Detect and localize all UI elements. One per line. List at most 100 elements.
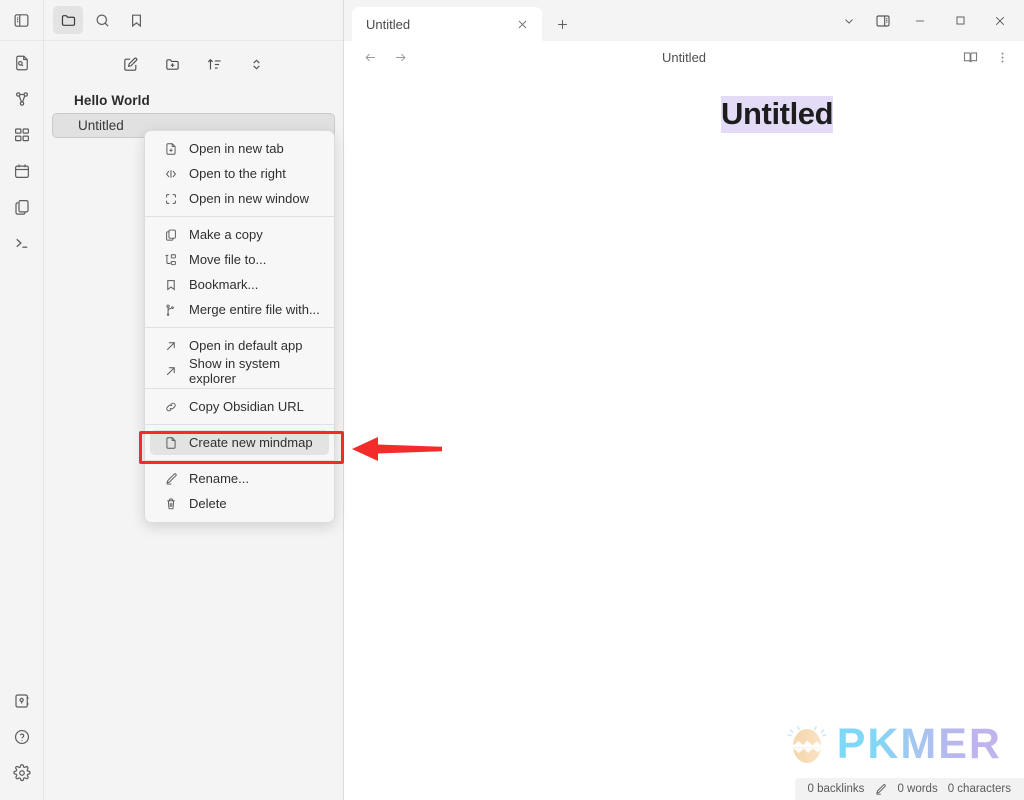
ribbon-top-slot bbox=[0, 0, 43, 41]
collapse-expand-icon[interactable] bbox=[244, 52, 270, 76]
context-menu-group: Make a copy Move file to... Bookmark... … bbox=[145, 222, 334, 322]
menu-item-make-a-copy[interactable]: Make a copy bbox=[150, 222, 329, 247]
menu-item-open-to-the-right[interactable]: Open to the right bbox=[150, 161, 329, 186]
file-explorer-toolbar bbox=[44, 41, 343, 83]
menu-item-label: Move file to... bbox=[189, 252, 267, 267]
terminal-icon[interactable] bbox=[8, 230, 36, 256]
calendar-icon[interactable] bbox=[8, 158, 36, 184]
menu-item-show-in-system-explorer[interactable]: Show in system explorer bbox=[150, 355, 329, 386]
menu-item-label: Open in new tab bbox=[189, 141, 284, 156]
menu-item-rename[interactable]: Rename... bbox=[150, 466, 329, 491]
reading-view-book-icon[interactable] bbox=[958, 46, 982, 70]
file-search-icon[interactable] bbox=[8, 50, 36, 76]
files-copy-icon[interactable] bbox=[8, 194, 36, 220]
menu-item-label: Open in new window bbox=[189, 191, 309, 206]
context-menu-group: Rename... Delete bbox=[145, 466, 334, 516]
titlebar: Untitled bbox=[344, 0, 1024, 41]
menu-separator bbox=[145, 216, 334, 217]
menu-item-label: Delete bbox=[189, 496, 227, 511]
merge-icon bbox=[163, 302, 179, 318]
graph-view-icon[interactable] bbox=[8, 86, 36, 112]
view-actions bbox=[958, 46, 1014, 70]
folder-row-hello-world[interactable]: Hello World bbox=[52, 87, 335, 113]
settings-gear-icon[interactable] bbox=[8, 760, 36, 786]
toggle-left-sidebar-icon[interactable] bbox=[8, 7, 36, 33]
pencil-icon bbox=[163, 471, 179, 487]
sort-order-icon[interactable] bbox=[202, 52, 228, 76]
split-right-icon bbox=[163, 166, 179, 182]
menu-separator bbox=[145, 327, 334, 328]
menu-item-label: Make a copy bbox=[189, 227, 263, 242]
status-words[interactable]: 0 words bbox=[897, 783, 937, 795]
navigate-forward-icon[interactable] bbox=[388, 46, 412, 70]
tab-close-icon[interactable] bbox=[512, 14, 532, 34]
menu-item-open-in-new-window[interactable]: Open in new window bbox=[150, 186, 329, 211]
menu-item-label: Rename... bbox=[189, 471, 249, 486]
menu-item-label: Show in system explorer bbox=[189, 355, 281, 386]
new-tab-icon[interactable] bbox=[548, 7, 576, 41]
vault-switcher-icon[interactable] bbox=[8, 688, 36, 714]
obsidian-window: Hello World Untitled Untitled Untitled U… bbox=[0, 0, 1024, 800]
sidebar-item-bookmarks[interactable] bbox=[121, 6, 151, 34]
menu-item-move-file-to[interactable]: Move file to... bbox=[150, 247, 329, 272]
status-characters[interactable]: 0 characters bbox=[948, 783, 1011, 795]
menu-separator bbox=[145, 460, 334, 461]
close-icon[interactable] bbox=[980, 4, 1020, 38]
toggle-right-sidebar-icon[interactable] bbox=[866, 4, 900, 38]
copy-icon bbox=[163, 227, 179, 243]
move-file-icon bbox=[163, 252, 179, 268]
ribbon-icon-list bbox=[8, 41, 36, 256]
menu-item-label: Open to the right bbox=[189, 166, 286, 181]
sidebar-item-files[interactable] bbox=[53, 6, 83, 34]
context-menu-group: Create new mindmap bbox=[145, 430, 334, 455]
view-header-title: Untitled bbox=[661, 50, 707, 65]
menu-item-label: Bookmark... bbox=[189, 277, 259, 292]
minimize-icon[interactable] bbox=[900, 4, 940, 38]
editor-area[interactable]: Untitled bbox=[344, 74, 1024, 800]
file-context-menu[interactable]: Open in new tab Open to the right Open i… bbox=[144, 130, 335, 523]
folder-label: Hello World bbox=[74, 92, 150, 108]
document-title[interactable]: Untitled bbox=[721, 96, 834, 133]
trash-icon bbox=[163, 496, 179, 512]
menu-item-merge-entire-file-with[interactable]: Merge entire file with... bbox=[150, 297, 329, 322]
sidebar-item-search[interactable] bbox=[87, 6, 117, 34]
context-menu-group: Open in default app Show in system explo… bbox=[145, 333, 334, 386]
menu-item-copy-obsidian-url[interactable]: Copy Obsidian URL bbox=[150, 394, 329, 419]
context-menu-group: Open in new tab Open to the right Open i… bbox=[145, 136, 334, 211]
menu-item-label: Create new mindmap bbox=[189, 435, 313, 450]
menu-item-label: Copy Obsidian URL bbox=[189, 399, 304, 414]
maximize-icon[interactable] bbox=[940, 4, 980, 38]
window-controls bbox=[832, 0, 1024, 41]
edit-pencil-icon[interactable] bbox=[874, 783, 887, 796]
tab-strip: Untitled bbox=[344, 0, 576, 41]
help-icon[interactable] bbox=[8, 724, 36, 750]
menu-item-bookmark[interactable]: Bookmark... bbox=[150, 272, 329, 297]
tab-title: Untitled bbox=[366, 16, 411, 32]
menu-item-open-in-new-tab[interactable]: Open in new tab bbox=[150, 136, 329, 161]
external-link-icon bbox=[163, 338, 179, 354]
context-menu-group: Copy Obsidian URL bbox=[145, 394, 334, 419]
navigate-back-icon[interactable] bbox=[358, 46, 382, 70]
document-icon bbox=[163, 435, 179, 451]
view-header: Untitled bbox=[344, 41, 1024, 74]
ribbon-bottom-list bbox=[8, 688, 36, 800]
menu-separator bbox=[145, 388, 334, 389]
status-backlinks[interactable]: 0 backlinks bbox=[808, 783, 865, 795]
menu-item-label: Merge entire file with... bbox=[189, 302, 320, 317]
status-bar: 0 backlinks 0 words 0 characters bbox=[794, 778, 1024, 800]
menu-item-label: Open in default app bbox=[189, 338, 303, 353]
menu-item-create-new-mindmap[interactable]: Create new mindmap bbox=[150, 430, 329, 455]
bookmark-icon bbox=[163, 277, 179, 293]
new-window-icon bbox=[163, 191, 179, 207]
canvas-grid-icon[interactable] bbox=[8, 122, 36, 148]
file-plus-icon bbox=[163, 141, 179, 157]
new-note-icon[interactable] bbox=[118, 52, 144, 76]
menu-item-open-in-default-app[interactable]: Open in default app bbox=[150, 333, 329, 358]
more-options-icon[interactable] bbox=[990, 46, 1014, 70]
menu-item-delete[interactable]: Delete bbox=[150, 491, 329, 516]
left-ribbon bbox=[0, 0, 44, 800]
chevron-down-icon[interactable] bbox=[832, 4, 866, 38]
tab-untitled[interactable]: Untitled bbox=[352, 7, 542, 41]
new-folder-icon[interactable] bbox=[160, 52, 186, 76]
sidebar-tab-header bbox=[44, 0, 343, 41]
